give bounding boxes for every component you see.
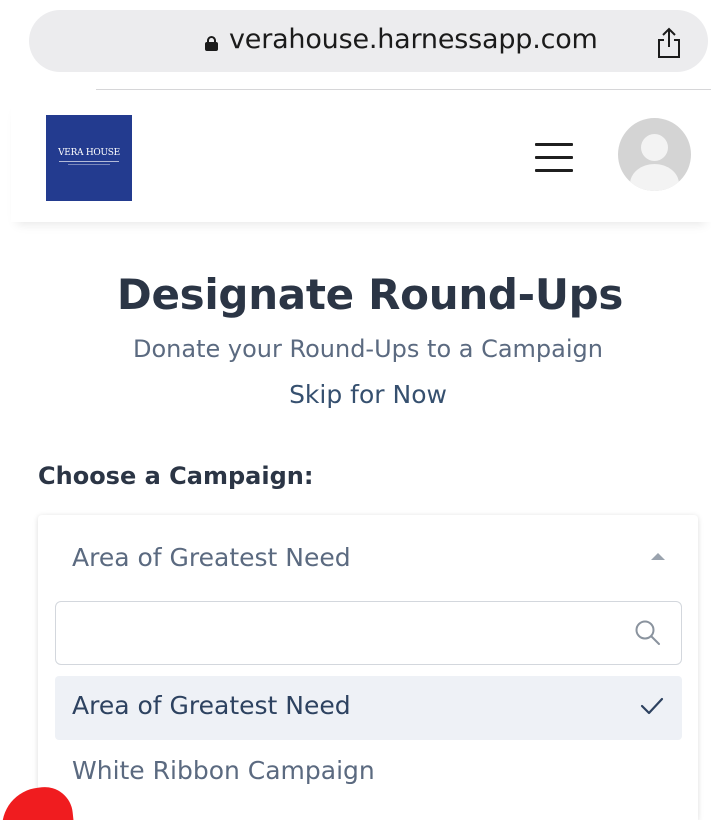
page-title: Designate Round-Ups — [116, 270, 624, 319]
check-icon — [640, 697, 664, 715]
campaign-option-white-ribbon-campaign[interactable]: White Ribbon Campaign — [55, 741, 682, 805]
vera-house-logo[interactable]: VERA HOUSE — [46, 115, 132, 201]
search-icon — [635, 620, 660, 645]
campaign-select[interactable]: Area of Greatest Need Area of Greatest N… — [38, 515, 698, 820]
page: verahouse.harnessapp.com VERA HOUSE Desi… — [0, 0, 711, 820]
campaign-field-label: Choose a Campaign: — [38, 462, 314, 490]
page-subtitle: Donate your Round-Ups to a Campaign — [133, 335, 603, 363]
user-avatar-icon[interactable] — [618, 118, 691, 191]
campaign-search-box[interactable] — [55, 601, 682, 665]
campaign-selected-value[interactable]: Area of Greatest Need — [72, 543, 351, 572]
lock-icon — [205, 36, 218, 51]
logo-text: VERA HOUSE — [58, 148, 120, 158]
share-icon[interactable] — [655, 27, 683, 59]
url-bar-divider — [96, 89, 711, 90]
browser-url-bar[interactable]: verahouse.harnessapp.com — [29, 10, 708, 72]
caret-up-icon[interactable] — [651, 553, 665, 560]
app-header: VERA HOUSE — [11, 98, 711, 222]
campaign-option-area-of-greatest-need[interactable]: Area of Greatest Need — [55, 676, 682, 740]
campaign-search-input[interactable] — [68, 612, 618, 654]
skip-for-now-link[interactable]: Skip for Now — [0, 380, 711, 409]
hamburger-menu-icon[interactable] — [535, 141, 573, 175]
url-text[interactable]: verahouse.harnessapp.com — [229, 24, 598, 55]
option-label: Area of Greatest Need — [72, 691, 351, 720]
option-label: White Ribbon Campaign — [72, 756, 375, 785]
